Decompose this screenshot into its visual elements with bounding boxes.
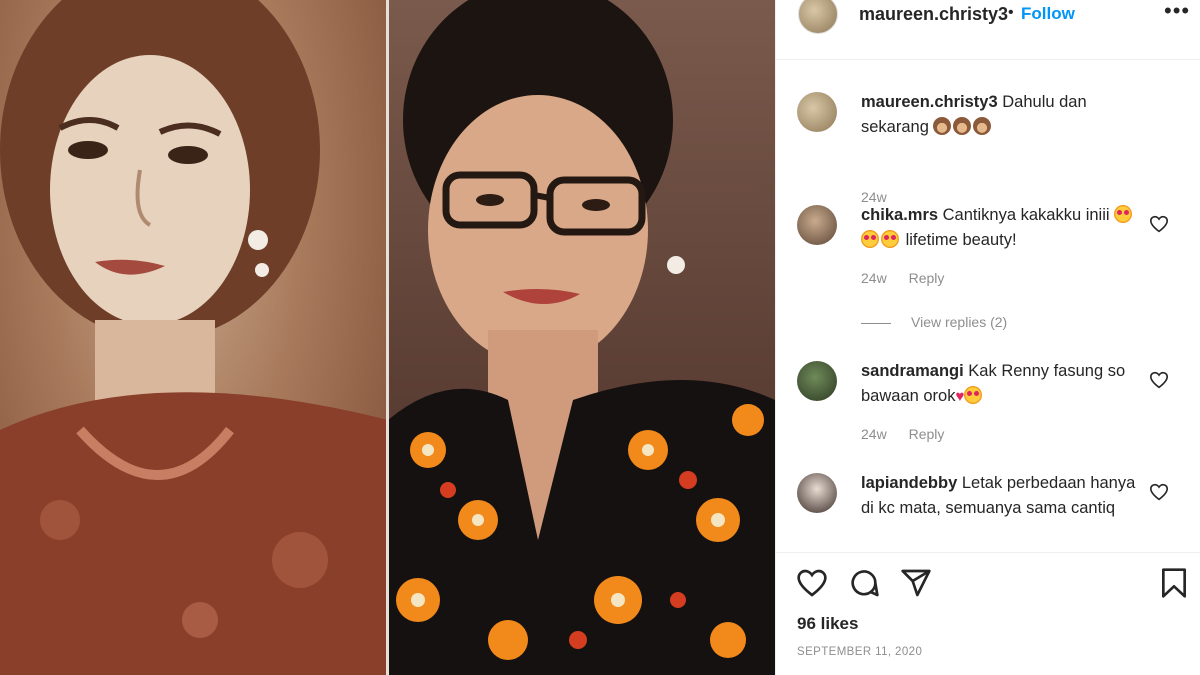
like-comment-heart-icon[interactable]: [1149, 371, 1169, 389]
comment-username[interactable]: chika.mrs: [861, 206, 938, 224]
comment-text: maureen.christy3 Dahulu dan sekarang: [861, 90, 1151, 140]
comment-time[interactable]: 24w: [861, 426, 887, 442]
comment-avatar[interactable]: [797, 361, 837, 401]
reply-button[interactable]: Reply: [909, 270, 945, 286]
view-replies-label: View replies (2): [911, 314, 1008, 330]
see-no-evil-monkey-icon: [973, 117, 992, 135]
like-comment-heart-icon[interactable]: [1149, 483, 1169, 501]
author-username[interactable]: maureen.christy3: [859, 4, 1008, 25]
comment-meta: 24w Reply: [861, 270, 962, 286]
post-date[interactable]: SEPTEMBER 11, 2020: [797, 646, 922, 658]
comment-avatar[interactable]: [797, 205, 837, 245]
comment-text: sandramangi Kak Renny fasung so bawaan o…: [861, 359, 1151, 409]
comment-username[interactable]: lapiandebby: [861, 474, 957, 492]
replies-line: [861, 322, 891, 324]
heart-emoji-icon: ♥: [955, 388, 965, 405]
bookmark-icon[interactable]: [1158, 567, 1190, 599]
star-struck-icon: [1114, 205, 1133, 223]
comment-time[interactable]: 24w: [861, 270, 887, 286]
post-photo[interactable]: [0, 0, 775, 675]
comment-text: lapiandebby Letak perbedaan hanya di kc …: [861, 471, 1151, 521]
comments-list[interactable]: maureen.christy3 Dahulu dan sekarang 24w…: [776, 60, 1200, 550]
header-separator: •: [1008, 4, 1014, 21]
likes-count[interactable]: 96 likes: [797, 614, 858, 634]
photo-divider: [386, 0, 389, 675]
share-icon[interactable]: [900, 567, 932, 599]
comment-username[interactable]: sandramangi: [861, 362, 964, 380]
comment-body-tail: lifetime beauty!: [905, 231, 1017, 249]
modern-portrait: [388, 0, 775, 675]
post-header: maureen.christy3 • Follow •••: [776, 0, 1200, 60]
like-comment-heart-icon[interactable]: [1149, 215, 1169, 233]
reply-button[interactable]: Reply: [909, 426, 945, 442]
author-avatar[interactable]: [798, 0, 838, 34]
comment-avatar[interactable]: [797, 473, 837, 513]
star-struck-icon: [881, 230, 899, 248]
vintage-portrait: [0, 0, 388, 675]
photo-panel-then: [0, 0, 388, 675]
post-actions: 96 likes SEPTEMBER 11, 2020: [776, 552, 1200, 675]
see-no-evil-monkey-icon: [953, 117, 972, 135]
comment-meta: 24w Reply: [861, 426, 962, 442]
post-sidebar: maureen.christy3 • Follow ••• maureen.ch…: [775, 0, 1200, 675]
comment-avatar[interactable]: [797, 92, 837, 132]
more-options-icon[interactable]: •••: [1164, 0, 1190, 24]
comment-body: Cantiknya kakakku iniii: [942, 206, 1110, 224]
view-replies-button[interactable]: View replies (2): [861, 314, 1007, 330]
comment-icon[interactable]: [848, 567, 880, 599]
follow-button[interactable]: Follow: [1021, 4, 1075, 24]
star-struck-icon: [861, 230, 879, 248]
comment-username[interactable]: maureen.christy3: [861, 93, 998, 111]
photo-panel-now: [388, 0, 775, 675]
star-struck-icon: [964, 386, 983, 404]
comment-text: chika.mrs Cantiknya kakakku iniii lifeti…: [861, 203, 1151, 253]
see-no-evil-monkey-icon: [933, 117, 952, 135]
heart-icon[interactable]: [796, 567, 828, 599]
